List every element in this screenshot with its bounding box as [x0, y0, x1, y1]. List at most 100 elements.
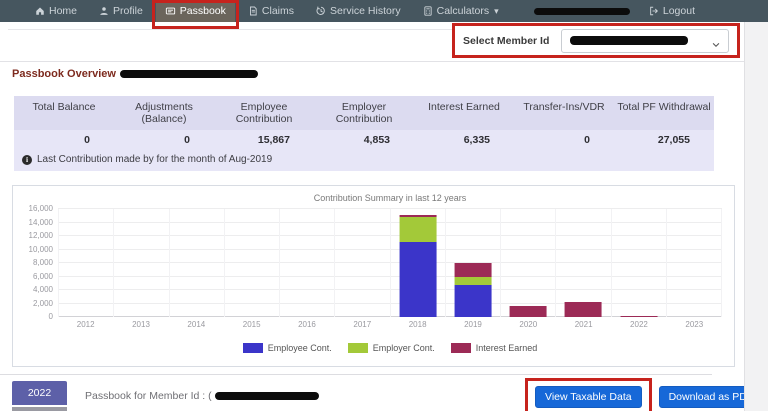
member-id-select[interactable]: [561, 29, 729, 53]
legend-item: Interest Earned: [451, 343, 538, 353]
legend-swatch: [451, 343, 471, 353]
content-panel-border: [8, 29, 454, 30]
summary-note: i Last Contribution made by for the mont…: [14, 150, 714, 171]
section-divider: [0, 61, 744, 62]
info-icon: i: [22, 155, 32, 165]
nav-item-label: Home: [49, 5, 77, 17]
chevron-down-icon: [711, 37, 721, 55]
epfo-passbook-page: Home Profile PassbookClaims Service History…: [0, 0, 768, 411]
nav-item-passbook[interactable]: Passbook: [156, 0, 235, 22]
chart-legend: Employee Cont. Employer Cont. Interest Ear…: [13, 343, 734, 353]
chart-x-tick-label: 2013: [113, 320, 168, 329]
legend-label: Interest Earned: [476, 343, 538, 353]
chart-x-tick-label: 2022: [611, 320, 666, 329]
footer-divider: [0, 374, 712, 375]
chart-x-tick-label: 2021: [556, 320, 611, 329]
summary-col-header: Total Balance: [14, 96, 114, 130]
redaction-bar-overview: [120, 70, 258, 78]
chart-slot-2023: [666, 209, 722, 317]
chart-slot-2022: [611, 209, 666, 317]
nav-item-label: Calculators: [437, 5, 490, 17]
chart-y-tick-label: 6,000: [33, 272, 53, 281]
chart-y-tick-label: 2,000: [33, 299, 53, 308]
nav-item-calculators[interactable]: Calculators ▾: [414, 0, 508, 22]
annotation-box-member-select: Select Member Id: [452, 23, 740, 58]
passbook-overview-title: Passbook Overview: [12, 68, 116, 80]
chart-slot-2014: [169, 209, 224, 317]
chart-slot-2016: [279, 209, 334, 317]
chart-x-tick-label: 2014: [169, 320, 224, 329]
summary-col-value: 6,335: [414, 130, 514, 150]
chart-x-tick-label: 2018: [390, 320, 445, 329]
nav-item-label: Profile: [113, 5, 143, 17]
summary-col-header: Transfer-Ins/VDR: [514, 96, 614, 130]
legend-swatch: [348, 343, 368, 353]
chart-y-tick-label: 4,000: [33, 285, 53, 294]
summary-col-value: 0: [114, 130, 214, 150]
nav-item-home[interactable]: Home: [26, 0, 86, 22]
chart-x-axis: 2012201320142015201620172018201920202021…: [58, 320, 722, 329]
logout-button[interactable]: Logout: [640, 0, 704, 22]
chart-y-tick-label: 14,000: [29, 218, 53, 227]
redaction-bar-username: [534, 8, 630, 15]
chart-plot-wrap: 02,0004,0006,0008,00010,00012,00014,0001…: [58, 209, 722, 317]
nav-item-label: Service History: [330, 5, 401, 17]
legend-item: Employee Cont.: [243, 343, 332, 353]
member-select-label: Select Member Id: [463, 35, 549, 47]
bar-segment: [510, 306, 547, 318]
logout-label: Logout: [663, 5, 695, 17]
nav-item-profile[interactable]: Profile: [90, 0, 152, 22]
chart-x-tick-label: 2023: [667, 320, 722, 329]
stacked-bar-2022[interactable]: [620, 316, 657, 317]
last-contribution-note: Last Contribution made by for the month …: [37, 154, 272, 165]
bar-segment: [399, 217, 436, 242]
summary-col-value: 27,055: [614, 130, 714, 150]
bar-segment: [454, 263, 491, 277]
chart-slot-2021: [555, 209, 610, 317]
stacked-bar-2020[interactable]: [510, 306, 547, 318]
chart-x-tick-label: 2020: [501, 320, 556, 329]
chart-title: Contribution Summary in last 12 years: [13, 186, 734, 207]
chart-slot-2018: [390, 209, 445, 317]
bar-segment: [620, 316, 657, 317]
passbook-icon: [165, 6, 176, 16]
stacked-bar-2021[interactable]: [565, 302, 602, 317]
legend-label: Employee Cont.: [268, 343, 332, 353]
caret-down-icon: ▾: [494, 6, 499, 17]
year-tab-next-partial: [12, 407, 67, 411]
chart-y-tick-label: 8,000: [33, 258, 53, 267]
profile-icon: [99, 6, 109, 16]
nav-item-service-history[interactable]: Service History: [307, 0, 410, 22]
footer-buttons: View Taxable Data Download as PDF: [525, 377, 763, 411]
chart-plot-area: 02,0004,0006,0008,00010,00012,00014,0001…: [58, 209, 722, 317]
chart-y-tick-label: 12,000: [29, 231, 53, 240]
summary-col-header: Employee Contribution: [214, 96, 314, 130]
redaction-bar-footer-member-id: [215, 392, 319, 400]
chart-slot-2019: [445, 209, 500, 317]
passbook-for-row: Passbook for Member Id : (: [85, 390, 319, 402]
view-taxable-data-button[interactable]: View Taxable Data: [535, 386, 642, 408]
chart-y-tick-label: 16,000: [29, 204, 53, 213]
chart-slot-2015: [224, 209, 279, 317]
history-icon: [316, 6, 326, 16]
bar-segment: [454, 285, 491, 317]
nav-item-claims[interactable]: Claims: [239, 0, 303, 22]
nav-items: Home Profile PassbookClaims Service History…: [0, 0, 508, 22]
chart-slot-2012: [58, 209, 113, 317]
summary-col-value: 0: [514, 130, 614, 150]
annotation-box-view-taxable: View Taxable Data: [525, 378, 652, 411]
claims-icon: [248, 6, 258, 16]
year-tab-2022[interactable]: 2022: [12, 381, 67, 405]
stacked-bar-2019[interactable]: [454, 263, 491, 317]
logout-icon: [649, 6, 659, 16]
summary-col-header: Employer Contribution: [314, 96, 414, 130]
chart-x-tick-label: 2019: [445, 320, 500, 329]
summary-col-value: 4,853: [314, 130, 414, 150]
stacked-bar-2018[interactable]: [399, 215, 436, 317]
calculator-icon: [423, 6, 433, 16]
overview-heading-row: Passbook Overview: [12, 68, 258, 80]
legend-item: Employer Cont.: [348, 343, 435, 353]
chart-x-tick-label: 2012: [58, 320, 113, 329]
chart-y-tick-label: 0: [49, 312, 53, 321]
chart-y-tick-label: 10,000: [29, 245, 53, 254]
